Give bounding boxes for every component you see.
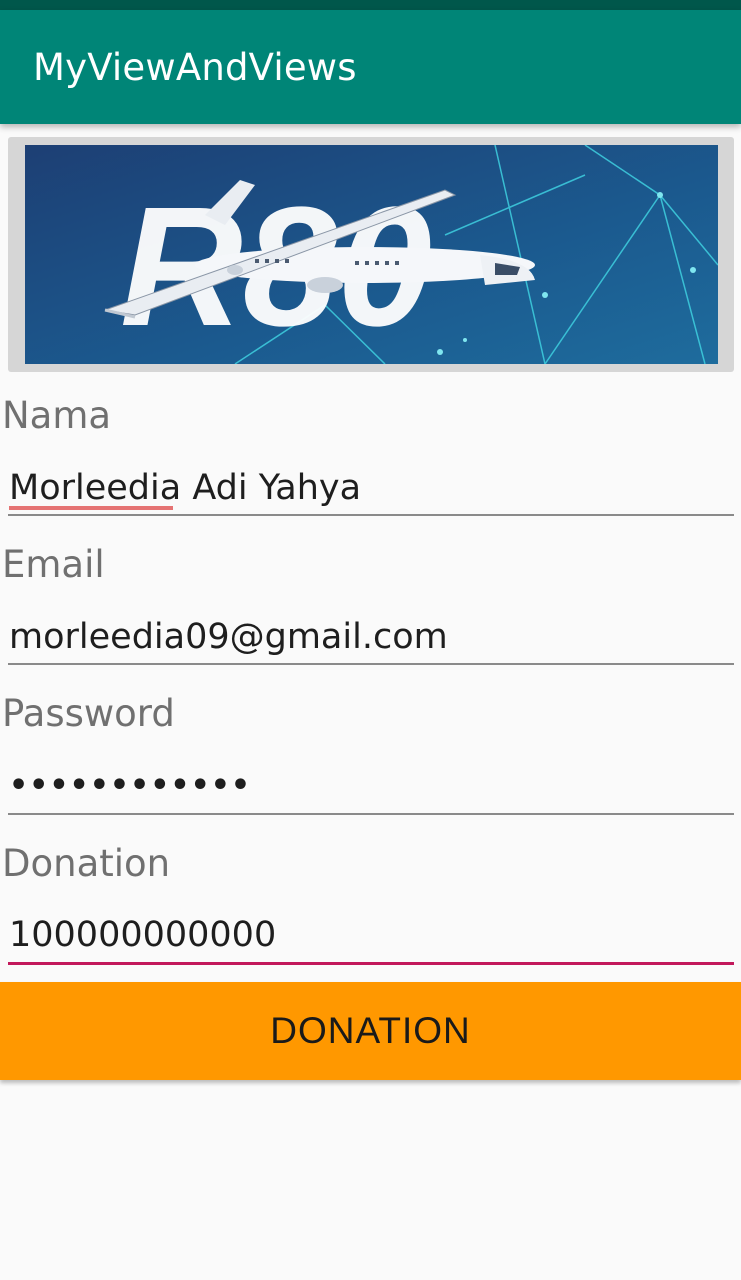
name-value-rest: Adi Yahya: [181, 468, 362, 508]
app-title: MyViewAndViews: [33, 46, 357, 89]
email-label: Email: [2, 543, 105, 586]
donation-button-label: DONATION: [270, 1010, 471, 1051]
donation-button[interactable]: DONATION: [0, 982, 741, 1080]
donation-label: Donation: [2, 842, 171, 885]
banner-image: R80: [25, 145, 718, 364]
donation-field[interactable]: 100000000000: [9, 915, 276, 955]
password-label: Password: [2, 692, 175, 735]
banner-image-frame: R80: [8, 137, 734, 372]
email-field-underline: [8, 663, 734, 665]
name-field[interactable]: Morleedia Adi Yahya: [9, 468, 361, 508]
spellcheck-underline: [9, 506, 173, 510]
app-bar: MyViewAndViews: [0, 10, 741, 124]
donation-field-underline: [8, 962, 734, 965]
email-field[interactable]: morleedia09@gmail.com: [9, 617, 448, 657]
password-field[interactable]: ••••••••••••: [9, 768, 251, 803]
status-bar: [0, 0, 741, 10]
name-label: Nama: [2, 394, 112, 437]
password-field-underline: [8, 813, 734, 815]
name-value-misspelled: Morleedia: [9, 468, 182, 508]
name-field-underline: [8, 514, 734, 516]
